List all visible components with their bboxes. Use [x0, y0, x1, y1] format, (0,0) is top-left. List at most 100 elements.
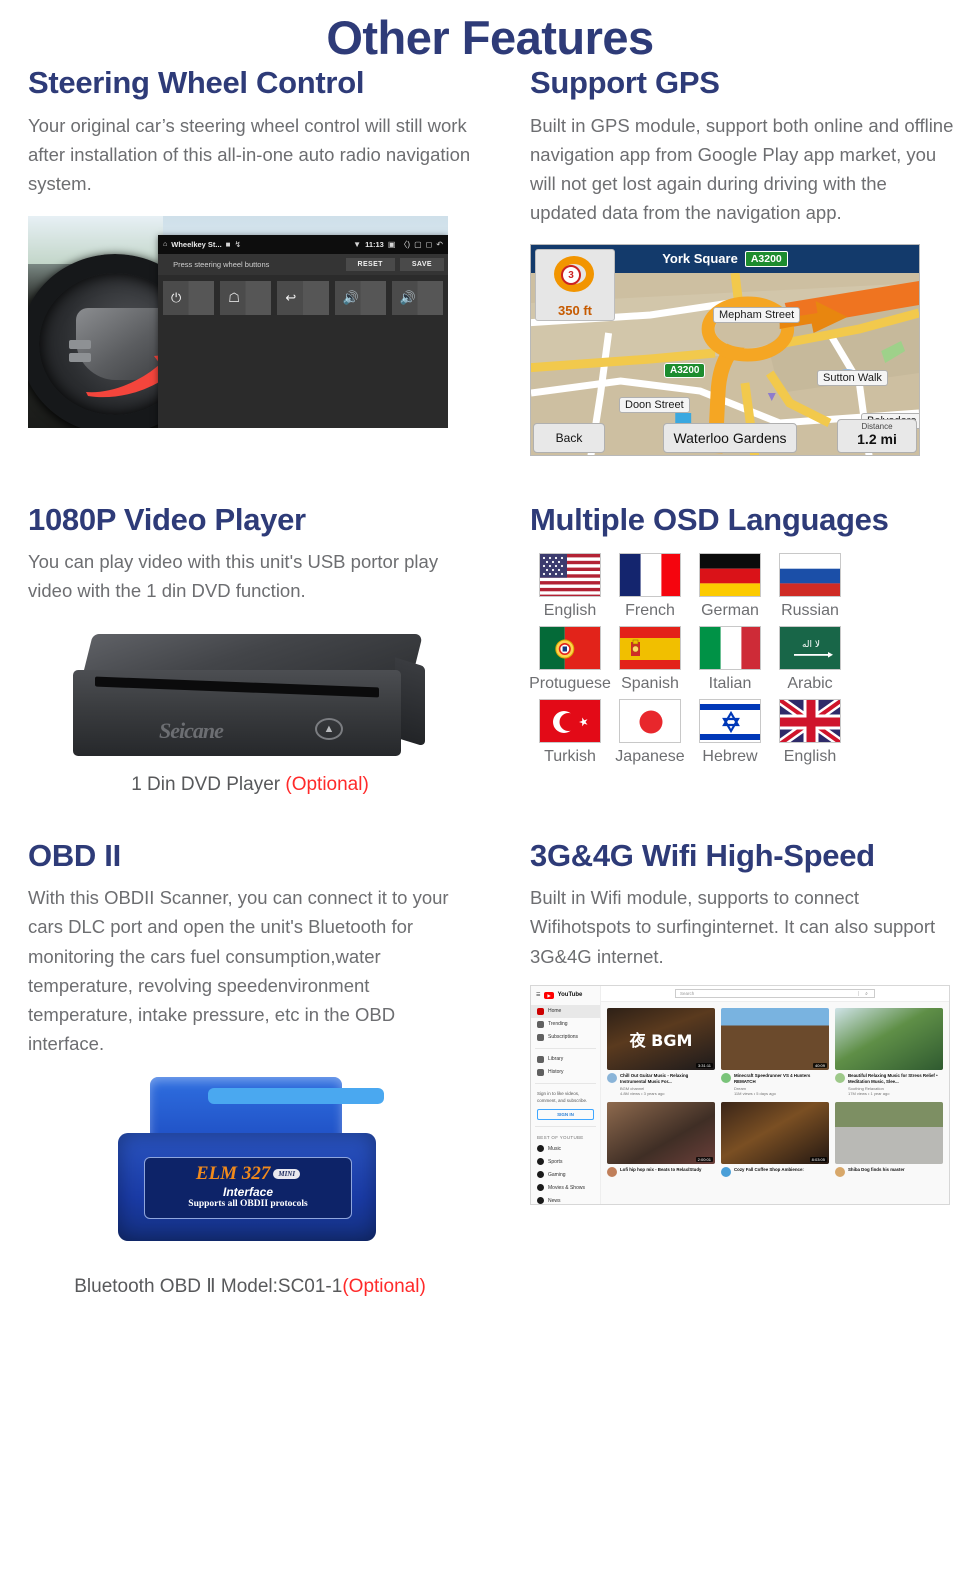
back-nav-icon[interactable]: ↶: [436, 240, 443, 249]
volume-icon[interactable]: 〈): [399, 239, 410, 250]
video-card[interactable]: 8:03:05 Cozy Fall Coffee Shop Ambience:: [721, 1101, 829, 1177]
video-thumbnail[interactable]: [835, 1007, 943, 1070]
sidebar-item-subscriptions[interactable]: Subscriptions: [531, 1031, 600, 1044]
hamburger-icon[interactable]: ☰: [536, 992, 540, 998]
video-meta: Beautiful Relaxing Music for Stress Reli…: [835, 1072, 943, 1096]
language-english-gb[interactable]: English: [770, 699, 850, 766]
dvd-caption-main: 1 Din DVD Player: [131, 773, 286, 795]
distance-value: 1.2 mi: [857, 430, 897, 447]
other-features-page: Other Features Steering Wheel Control Yo…: [0, 0, 980, 1593]
feature-steering-wheel-control: Steering Wheel Control Your original car…: [0, 65, 500, 456]
search-placeholder: Search: [680, 990, 695, 996]
sidebar-item-label: Library: [548, 1056, 564, 1063]
language-label: Turkish: [544, 748, 596, 766]
language-label: Spanish: [621, 675, 679, 693]
flag-row: Turkish Japanese Hebrew English: [530, 699, 956, 766]
dvd-front-panel: Seicane ▲: [73, 669, 401, 756]
language-label: French: [625, 602, 675, 620]
wheelkey-volume-up[interactable]: 🔊: [334, 281, 386, 316]
youtube-brand-bar: ☰ ▶ YouTube: [531, 990, 600, 1005]
feature-title: OBD II: [28, 837, 121, 873]
search-icon[interactable]: ⌕: [858, 990, 874, 996]
wheelkey-home[interactable]: ☖: [220, 281, 272, 316]
feature-body: Built in GPS module, support both online…: [530, 114, 954, 224]
language-german[interactable]: German: [690, 553, 770, 620]
youtube-brand-text: YouTube: [557, 992, 583, 999]
map-street-label: Sutton Walk: [817, 369, 888, 386]
video-meta: Minecraft Speedrunner VS 4 Hunters REMAT…: [721, 1072, 829, 1096]
feature-osd-languages: Multiple OSD Languages English French Ge…: [500, 502, 980, 796]
us-flag-icon: [539, 553, 601, 598]
language-russian[interactable]: Russian: [770, 553, 850, 620]
video-card[interactable]: Beautiful Relaxing Music for Stress Reli…: [835, 1007, 943, 1096]
video-card[interactable]: 40:09 Minecraft Speedrunner VS 4 Hunters…: [721, 1007, 829, 1096]
ru-flag-icon: [779, 553, 841, 598]
sidebar-item-library[interactable]: Library: [531, 1053, 600, 1066]
language-arabic[interactable]: لا اله Arabic: [770, 626, 850, 693]
turn-distance: 350 ft: [558, 302, 592, 318]
display-icon[interactable]: ▢: [414, 240, 422, 249]
distance-readout: Distance 1.2 mi: [837, 418, 917, 453]
language-hebrew[interactable]: Hebrew: [690, 699, 770, 766]
sidebar-item-news[interactable]: News: [531, 1194, 600, 1204]
back-button[interactable]: Back: [533, 422, 605, 453]
video-card[interactable]: Shiba Dog finds his master: [835, 1101, 943, 1177]
dvd-brand-label: Seicane: [159, 717, 224, 743]
language-italian[interactable]: Italian: [690, 626, 770, 693]
video-meta: Chill Out Guitar Music - Relaxing Instru…: [607, 1072, 715, 1096]
video-card[interactable]: 2:00:01 Lofi hip hop mix - Beats to Rela…: [607, 1101, 715, 1177]
wheelkey-volume-up-2[interactable]: 🔊: [391, 281, 444, 316]
language-spanish[interactable]: Spanish: [610, 626, 690, 693]
language-label: German: [701, 602, 759, 620]
video-card[interactable]: 夜 BGM 3:31:11 Chill Out Guitar Music - R…: [607, 1007, 715, 1096]
screenshot-icon[interactable]: ▣: [388, 240, 396, 249]
sidebar-item-home[interactable]: Home: [531, 1004, 600, 1018]
features-grid-row-1: Steering Wheel Control Your original car…: [0, 65, 980, 456]
recents-icon[interactable]: ◻: [426, 240, 433, 249]
language-portuguese[interactable]: Protuguese: [529, 626, 611, 693]
map-street-label: Mepham Street: [713, 306, 801, 323]
video-thumbnail[interactable]: 8:03:05: [721, 1101, 829, 1164]
video-grid-row-1: 夜 BGM 3:31:11 Chill Out Guitar Music - R…: [601, 1002, 949, 1102]
channel-avatar: [835, 1166, 845, 1177]
sidebar-item-music[interactable]: Music: [531, 1142, 600, 1155]
signin-button[interactable]: SIGN IN: [537, 1109, 594, 1121]
channel-avatar: [721, 1166, 731, 1177]
obd-caption: Bluetooth OBD Ⅱ Model:SC01-1(Optional): [28, 1275, 472, 1298]
thumbnail-overlay-text: 夜 BGM: [629, 1030, 693, 1050]
sidebar-item-movies[interactable]: Movies & Shows: [531, 1181, 600, 1194]
feature-support-gps: Support GPS Built in GPS module, support…: [500, 65, 980, 456]
save-button[interactable]: SAVE: [399, 258, 444, 272]
language-japanese[interactable]: Japanese: [610, 699, 690, 766]
wheelkey-power[interactable]: ⏻: [163, 281, 215, 316]
eject-icon[interactable]: ▲: [315, 717, 343, 740]
sidebar-item-gaming[interactable]: Gaming: [531, 1168, 600, 1181]
language-turkish[interactable]: Turkish: [530, 699, 610, 766]
sidebar-item-sports[interactable]: Sports: [531, 1155, 600, 1168]
language-label: Italian: [708, 675, 752, 693]
video-thumbnail[interactable]: [835, 1101, 943, 1164]
obd-protocols: Supports all OBDII protocols: [188, 1198, 308, 1209]
search-input[interactable]: Search ⌕: [675, 988, 875, 998]
tr-flag-icon: [539, 699, 601, 744]
features-grid-row-2: 1080P Video Player You can play video wi…: [0, 502, 980, 796]
gps-navigation-screenshot: York Square A3200 3 350 ft Mepham Street…: [530, 243, 920, 456]
video-thumbnail[interactable]: 夜 BGM 3:31:11: [607, 1007, 715, 1070]
sa-flag-icon: لا اله: [779, 626, 841, 671]
video-title: Cozy Fall Coffee Shop Ambience:: [734, 1166, 804, 1172]
language-english-us[interactable]: English: [530, 553, 610, 620]
reset-button[interactable]: RESET: [345, 258, 395, 272]
youtube-sidebar: ☰ ▶ YouTube Home Trending Subscriptions …: [531, 985, 601, 1204]
wheelkey-back[interactable]: ↩: [277, 281, 329, 316]
library-icon: [537, 1055, 544, 1063]
sidebar-item-label: Subscriptions: [548, 1034, 579, 1041]
home-icon[interactable]: ⌂: [163, 241, 167, 248]
video-thumbnail[interactable]: 40:09: [721, 1007, 829, 1070]
sidebar-item-trending[interactable]: Trending: [531, 1018, 600, 1031]
sidebar-item-history[interactable]: History: [531, 1066, 600, 1079]
instruction-text: Press steering wheel buttons: [173, 260, 270, 270]
language-french[interactable]: French: [610, 553, 690, 620]
language-label: Hebrew: [702, 748, 758, 766]
destination-button[interactable]: Waterloo Gardens: [663, 422, 797, 453]
video-thumbnail[interactable]: 2:00:01: [607, 1101, 715, 1164]
